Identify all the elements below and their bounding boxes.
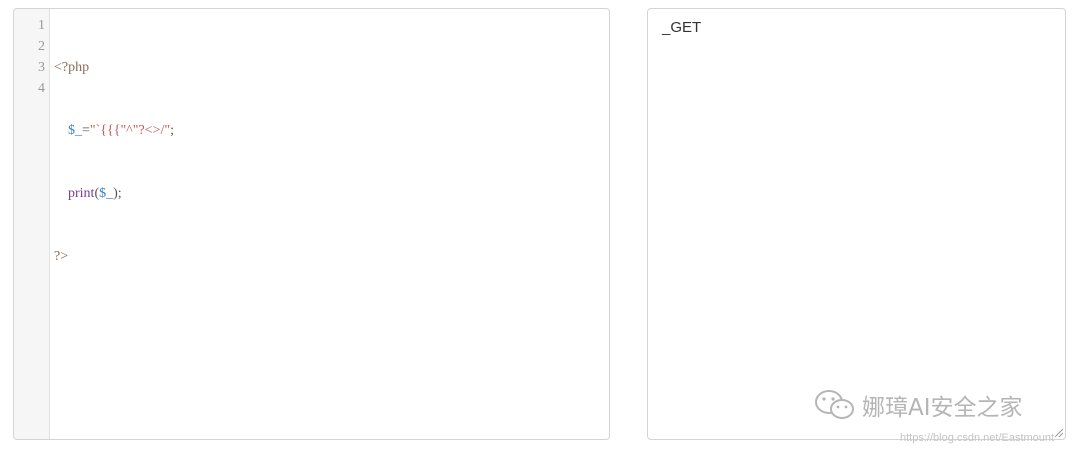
- keyword-print: print: [68, 186, 95, 201]
- line-number: 4: [38, 81, 45, 96]
- variable: $_: [99, 186, 114, 201]
- code-editor[interactable]: 1 2 3 4 <?php $_="`{{{"^"?<>/"; print($_…: [13, 8, 610, 440]
- watermark: 娜璋AI安全之家: [814, 388, 1023, 422]
- code-line-4: ?>: [54, 246, 609, 267]
- line-number: 3: [38, 60, 45, 75]
- code-content[interactable]: <?php $_="`{{{"^"?<>/"; print($_); ?>: [54, 15, 609, 309]
- output-text: _GET: [662, 19, 702, 36]
- variable: $_: [68, 123, 82, 138]
- resize-handle-icon[interactable]: [1053, 427, 1063, 437]
- semicolon: ;: [170, 123, 174, 138]
- output-panel[interactable]: _GET: [647, 8, 1066, 440]
- line-number-gutter: 1 2 3 4: [14, 9, 50, 439]
- code-line-2: $_="`{{{"^"?<>/";: [54, 120, 609, 141]
- line-number: 1: [38, 18, 45, 33]
- php-close-tag: ?>: [54, 249, 69, 264]
- code-line-1: <?php: [54, 57, 609, 78]
- wechat-icon: [815, 390, 854, 419]
- php-open-tag: <?php: [54, 60, 90, 75]
- line-number: 2: [38, 39, 45, 54]
- watermark-url: https://blog.csdn.net/Eastmount: [900, 432, 1055, 444]
- operator: =: [82, 123, 90, 138]
- code-line-3: print($_);: [54, 183, 609, 204]
- watermark-text: 娜璋AI安全之家: [862, 395, 1023, 421]
- semicolon: ;: [117, 186, 122, 201]
- string-literal: "`{{{"^"?<>/": [89, 123, 171, 138]
